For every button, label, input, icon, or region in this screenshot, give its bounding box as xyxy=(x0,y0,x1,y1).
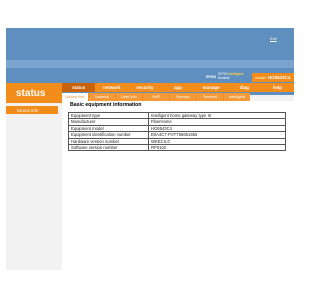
main-nav-diag[interactable]: diag xyxy=(228,83,261,92)
tab-voip[interactable]: VoIP xyxy=(143,93,169,101)
brand-logo: EPON xyxy=(206,75,216,79)
brand-line-3: terminal xyxy=(218,75,230,80)
content-title: Basic equipment information xyxy=(70,102,142,108)
model-value: HG6543C4 xyxy=(267,75,291,80)
exit-link[interactable]: Exit xyxy=(270,36,277,41)
section-title: status xyxy=(16,87,46,99)
main-nav-help[interactable]: help xyxy=(261,83,294,92)
model-label: model xyxy=(255,75,266,80)
section-title-box: status xyxy=(6,83,62,103)
brand-line-2: intelligent xyxy=(228,72,244,76)
header-stripe xyxy=(6,60,294,68)
device-info-table: Equipment type Intelligent home gateway … xyxy=(68,111,286,152)
row-key: Software version number xyxy=(68,143,149,152)
row-value: RP0102 xyxy=(148,143,286,152)
main-nav: status network security app manage diag … xyxy=(62,83,294,92)
model-box: model HG6543C4 xyxy=(252,73,294,82)
brand-text: GPON intelligent terminal xyxy=(218,72,254,80)
tab-user-info[interactable]: User Info xyxy=(116,93,142,101)
main-nav-app[interactable]: app xyxy=(161,83,194,92)
main-nav-manage[interactable]: manage xyxy=(195,83,228,92)
main-nav-status[interactable]: status xyxy=(62,83,96,92)
tab-terminal[interactable]: Terminal xyxy=(197,93,223,101)
sidebar-item-device-info[interactable]: Device Info xyxy=(6,106,58,114)
tab-remote[interactable]: Remote xyxy=(170,93,196,101)
table-row: Software version number RP0102 xyxy=(68,143,286,152)
tab-network[interactable]: Network xyxy=(89,93,115,101)
main-nav-network[interactable]: network xyxy=(95,83,128,92)
tab-intelligent[interactable]: Intelligent xyxy=(224,93,250,101)
main-nav-security[interactable]: security xyxy=(128,83,161,92)
tab-device-info[interactable]: Device Info xyxy=(62,93,88,101)
sub-nav: Device Info Network User Info VoIP Remot… xyxy=(62,93,250,101)
